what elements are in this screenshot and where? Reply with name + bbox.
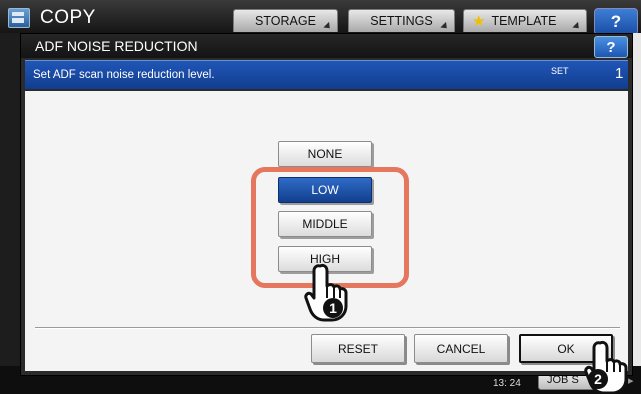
option-none-button[interactable]: NONE: [278, 141, 372, 167]
tab-storage-label: STORAGE: [255, 14, 316, 28]
tab-storage[interactable]: STORAGE: [233, 9, 338, 32]
dialog-help-button[interactable]: ?: [594, 36, 628, 58]
copy-icon: [8, 8, 30, 28]
tab-settings[interactable]: SETTINGS: [348, 9, 455, 32]
app-title: COPY: [40, 7, 96, 28]
reset-button[interactable]: RESET: [311, 334, 405, 363]
dialog-header: ADF NOISE REDUCTION ?: [21, 34, 632, 58]
cancel-button[interactable]: CANCEL: [414, 334, 508, 363]
corner-arrow-icon: [572, 21, 582, 32]
instruction-bar: Set ADF scan noise reduction level. SET …: [25, 60, 628, 89]
instruction-text: Set ADF scan noise reduction level.: [33, 69, 215, 81]
tab-template-label: TEMPLATE: [491, 14, 557, 28]
corner-arrow-icon: [440, 21, 450, 32]
app-title-area: COPY: [8, 6, 96, 30]
set-count: 1: [615, 65, 624, 82]
help-button[interactable]: ?: [594, 8, 638, 35]
adf-noise-reduction-dialog: ADF NOISE REDUCTION ? Set ADF scan noise…: [20, 33, 633, 376]
dialog-body: NONE LOW MIDDLE HIGH RESET CANCEL OK: [25, 91, 628, 371]
dialog-title: ADF NOISE REDUCTION: [35, 38, 198, 54]
tab-settings-label: SETTINGS: [370, 14, 433, 28]
star-icon: ★: [472, 13, 486, 30]
step-2-label: 2: [594, 371, 602, 387]
hand-pointer-icon: 1: [304, 263, 348, 322]
set-label: SET: [551, 66, 569, 76]
top-bar: COPY STORAGE SETTINGS ★ TEMPLATE ?: [0, 0, 641, 35]
clock: 13: 24: [493, 378, 521, 389]
divider: [35, 327, 620, 329]
hand-pointer-icon: 2: [584, 340, 628, 394]
tab-template[interactable]: ★ TEMPLATE: [463, 9, 587, 32]
step-1-label: 1: [329, 300, 337, 316]
corner-arrow-icon: [323, 21, 333, 32]
